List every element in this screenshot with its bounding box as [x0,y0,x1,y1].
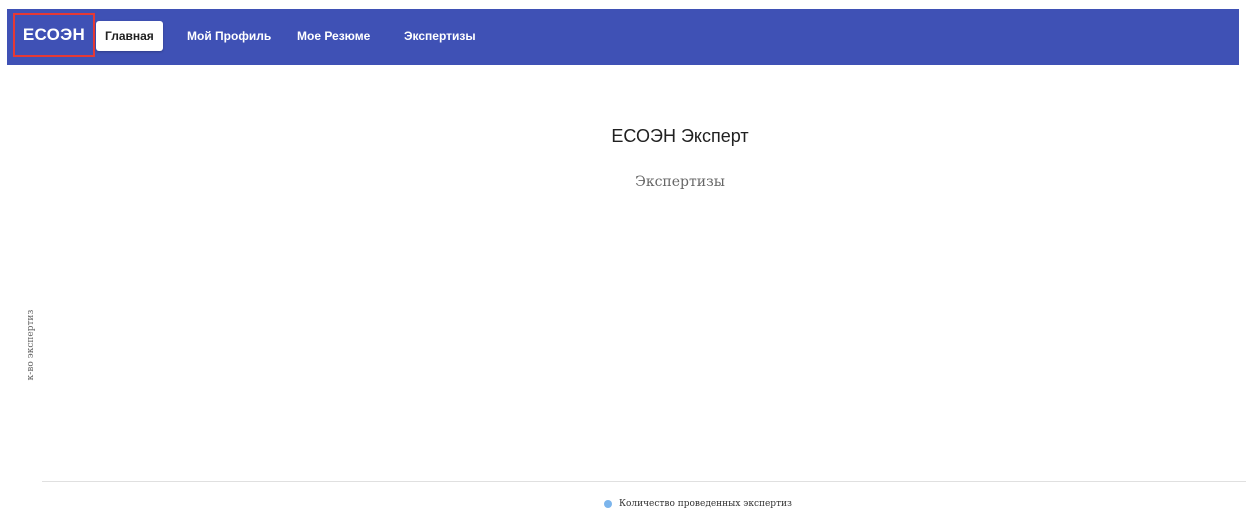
nav-item-expertises[interactable]: Экспертизы [404,21,476,51]
chart-legend[interactable]: Количество проведенных экспертиз [604,499,792,509]
brand-logo-link[interactable]: ЕСОЭН [13,13,95,57]
nav-item-home[interactable]: Главная [96,21,163,51]
x-axis-line [42,481,1246,482]
nav-item-profile[interactable]: Мой Профиль [187,21,271,51]
y-axis-label: к-во экспертиз [26,309,36,381]
top-navbar: ЕСОЭН Главная Мой Профиль Мое Резюме Экс… [7,9,1239,65]
chart-subtitle: Экспертизы [635,174,725,190]
nav-item-resume[interactable]: Мое Резюме [297,21,370,51]
legend-marker-icon [604,500,612,508]
legend-series-label[interactable]: Количество проведенных экспертиз [619,499,792,509]
chart-title: ЕСОЭН Эксперт [611,126,749,146]
